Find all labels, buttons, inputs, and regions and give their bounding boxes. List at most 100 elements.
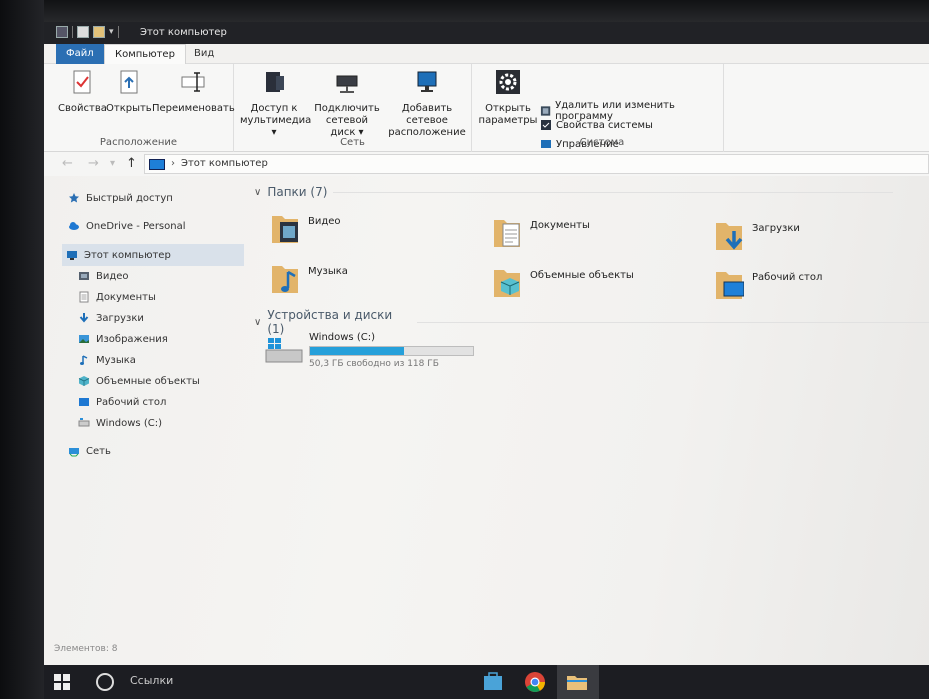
divider	[72, 26, 73, 38]
map-drive-label-2: сетевой диск ▾	[325, 115, 369, 138]
network-location-icon	[417, 71, 437, 92]
rename-label: Переименовать	[152, 103, 235, 114]
media-server-icon	[266, 72, 284, 92]
group-network: Доступ к мультимедиа ▾ Подключить сетево…	[234, 64, 472, 152]
3d-objects-folder-icon	[494, 270, 520, 297]
star-icon	[69, 193, 79, 203]
network-drive-icon	[336, 75, 358, 93]
music-folder-icon	[272, 266, 298, 293]
nav-onedrive[interactable]: OneDrive - Personal	[68, 220, 186, 232]
folder-video[interactable]: Видео	[270, 210, 470, 254]
nav-music-label: Музыка	[96, 354, 136, 366]
search-icon[interactable]	[96, 673, 114, 691]
nav-quick-access[interactable]: Быстрый доступ	[68, 192, 173, 204]
ribbon-tabs: Файл Компьютер Вид	[44, 44, 929, 64]
nav-network[interactable]: Сеть	[68, 445, 111, 457]
explorer-icon	[56, 26, 68, 38]
open-settings-button[interactable]: Открыть параметры	[478, 68, 538, 127]
nav-windows-c-label: Windows (C:)	[96, 417, 162, 429]
nav-video[interactable]: Видео	[78, 270, 129, 282]
map-drive-button[interactable]: Подключить сетевой диск ▾	[312, 68, 382, 139]
recent-locations-icon[interactable]: ▾	[110, 158, 115, 169]
system-properties-icon	[541, 120, 551, 130]
folder-3d-objects[interactable]: Объемные объекты	[492, 264, 692, 308]
add-network-location-button[interactable]: Добавить сетевое расположение	[384, 68, 470, 139]
gear-icon	[496, 70, 520, 94]
nav-onedrive-label: OneDrive - Personal	[86, 220, 186, 232]
title-bar: ▾ Этот компьютер	[44, 22, 929, 44]
open-button[interactable]: Открыть	[106, 68, 152, 115]
breadcrumb-this-pc[interactable]: Этот компьютер	[181, 155, 268, 173]
download-arrow-icon	[79, 313, 89, 323]
nav-music[interactable]: Музыка	[78, 354, 136, 366]
nav-3d-objects-label: Объемные объекты	[96, 375, 200, 387]
open-label: Открыть	[106, 103, 152, 114]
computer-icon	[67, 251, 77, 260]
folder-documents[interactable]: Документы	[492, 214, 692, 258]
nav-windows-c[interactable]: Windows (C:)	[78, 417, 162, 429]
windows-drive-icon	[265, 338, 303, 363]
nav-downloads[interactable]: Загрузки	[78, 312, 144, 324]
group-location-label: Расположение	[99, 137, 178, 148]
tab-file[interactable]: Файл	[56, 44, 104, 64]
system-properties-button[interactable]: Свойства системы	[540, 119, 653, 131]
file-explorer-icon[interactable]	[565, 671, 589, 693]
properties-icon[interactable]	[77, 26, 89, 38]
windows-start-icon[interactable]	[54, 674, 70, 690]
folder-3d-objects-label: Объемные объекты	[530, 270, 634, 281]
rename-button[interactable]: Переименовать	[152, 68, 235, 115]
forward-arrow-icon[interactable]: →	[88, 156, 99, 171]
folder-downloads[interactable]: Загрузки	[714, 217, 914, 261]
folder-desktop-label: Рабочий стол	[752, 272, 823, 283]
group-system: Открыть параметры Удалить или изменить п…	[472, 64, 724, 152]
network-icon	[69, 448, 79, 457]
tab-view[interactable]: Вид	[184, 44, 224, 64]
properties-label: Свойства	[58, 103, 107, 114]
programs-icon	[540, 106, 551, 116]
quick-access-toolbar: ▾	[56, 26, 119, 38]
store-app-icon[interactable]	[481, 671, 505, 693]
nav-this-pc[interactable]: Этот компьютер	[66, 249, 171, 261]
tab-computer[interactable]: Компьютер	[104, 44, 186, 64]
address-field[interactable]: › Этот компьютер	[144, 154, 929, 174]
drive-name: Windows (C:)	[309, 332, 375, 343]
folders-section-header[interactable]: ∨ Папки (7)	[254, 185, 894, 199]
drive-free-space: 50,3 ГБ свободно из 118 ГБ	[309, 359, 439, 369]
desktop-folder-icon	[716, 272, 744, 299]
nav-3d-objects[interactable]: Объемные объекты	[78, 375, 200, 387]
computer-icon	[149, 158, 165, 170]
folder-downloads-label: Загрузки	[752, 223, 800, 234]
nav-images[interactable]: Изображения	[78, 333, 168, 345]
folder-music[interactable]: Музыка	[270, 260, 470, 304]
downloads-folder-icon	[716, 223, 743, 250]
taskbar-search-text[interactable]: Ссылки	[130, 674, 173, 687]
music-note-icon	[80, 355, 88, 365]
chrome-icon[interactable]	[523, 671, 547, 693]
rename-icon	[181, 72, 205, 92]
image-icon	[79, 335, 89, 343]
nav-documents-label: Документы	[96, 291, 156, 303]
media-access-button[interactable]: Доступ к мультимедиа ▾	[240, 68, 312, 139]
properties-button[interactable]: Свойства	[58, 68, 107, 115]
nav-desktop[interactable]: Рабочий стол	[78, 396, 166, 408]
nav-images-label: Изображения	[96, 333, 168, 345]
media-access-label-2: мультимедиа ▾	[240, 115, 312, 138]
cube-icon	[78, 376, 90, 386]
video-folder-icon	[79, 272, 89, 280]
up-arrow-icon[interactable]: ↑	[126, 156, 137, 171]
chevron-down-icon: ∨	[254, 186, 262, 198]
folders-header-label: Папки (7)	[267, 185, 328, 199]
folder-desktop[interactable]: Рабочий стол	[714, 266, 914, 310]
back-arrow-icon[interactable]: ←	[62, 156, 73, 171]
drive-windows-c[interactable]: Windows (C:) 50,3 ГБ свободно из 118 ГБ	[264, 332, 484, 376]
breadcrumb-separator-icon[interactable]: ›	[171, 155, 175, 173]
nav-quick-access-label: Быстрый доступ	[86, 192, 173, 204]
new-folder-icon[interactable]	[93, 26, 105, 38]
open-icon	[120, 70, 138, 94]
nav-video-label: Видео	[96, 270, 129, 282]
add-location-label-1: Добавить сетевое	[401, 103, 453, 126]
section-divider	[416, 321, 929, 323]
customize-toolbar-icon[interactable]: ▾	[109, 27, 114, 37]
monitor-bezel-left	[0, 0, 44, 699]
nav-documents[interactable]: Документы	[78, 291, 156, 303]
